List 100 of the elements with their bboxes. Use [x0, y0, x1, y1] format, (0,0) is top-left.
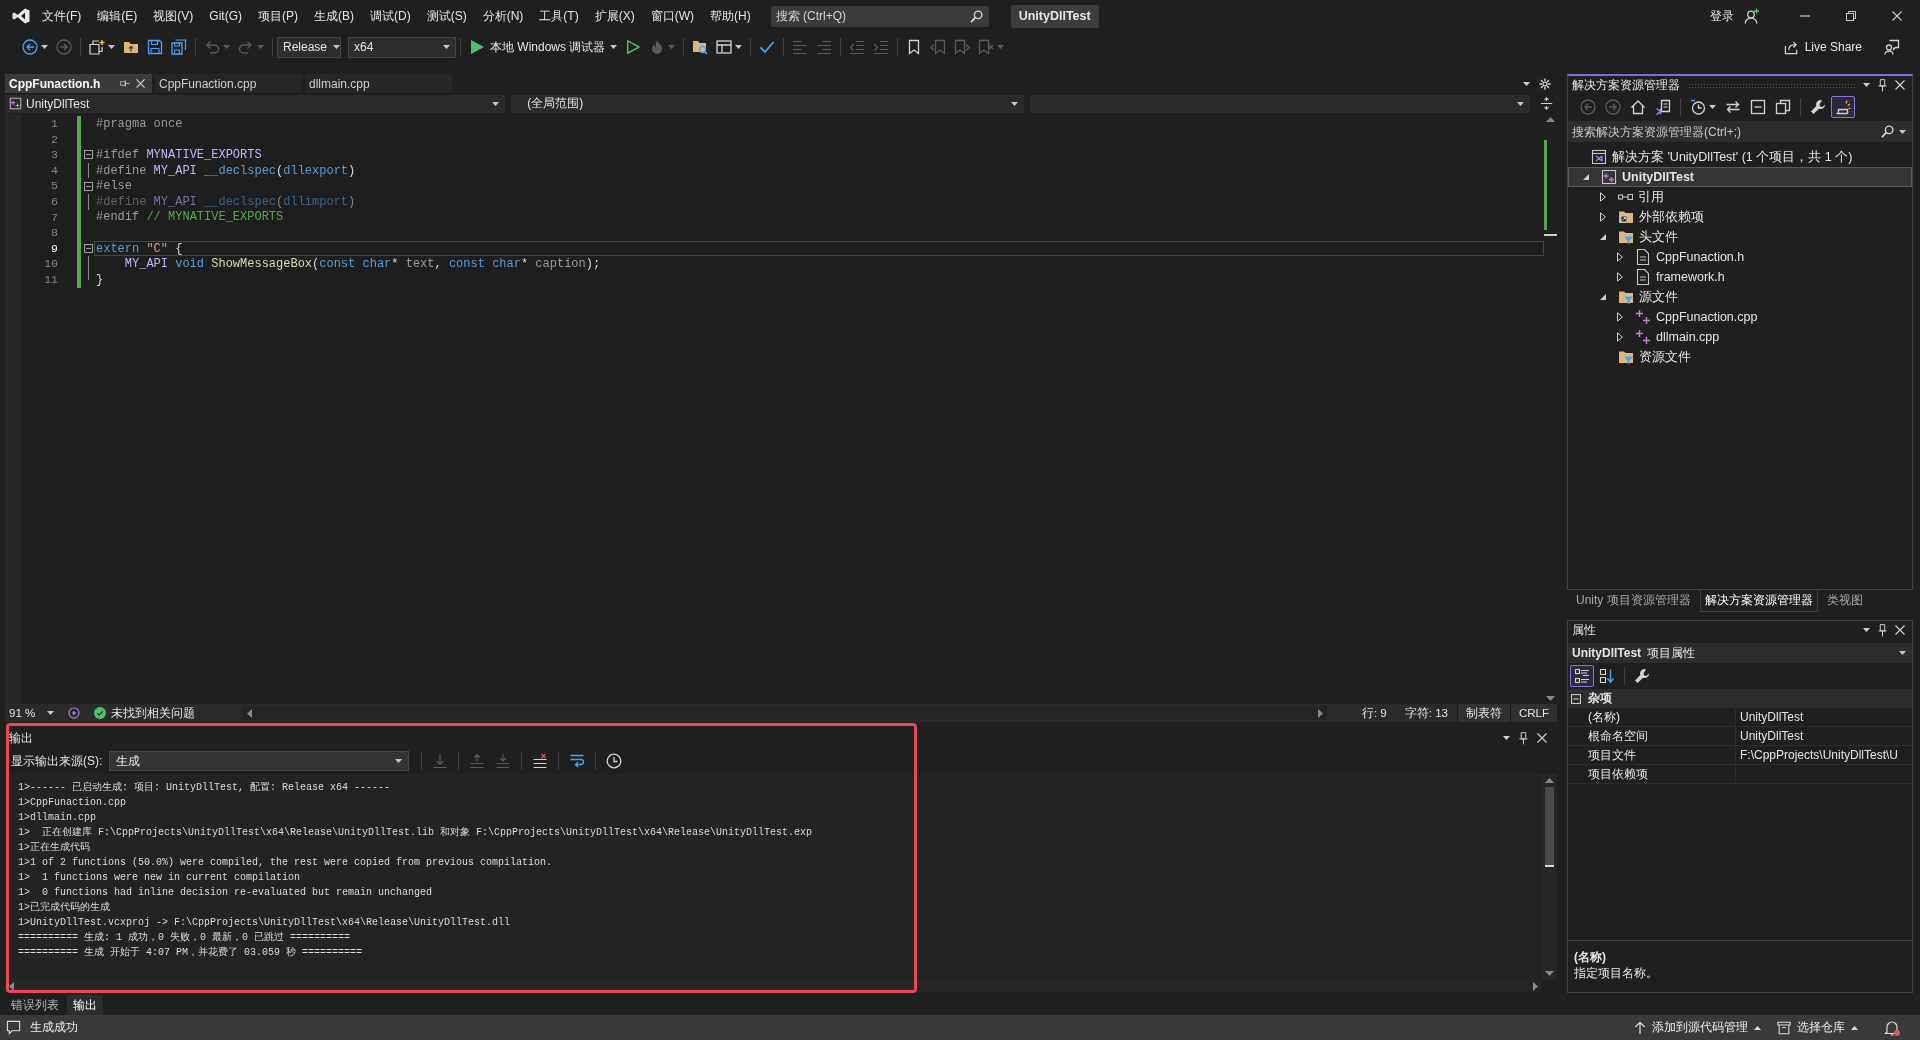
zoom-dropdown[interactable]: 91 % — [5, 704, 61, 722]
scroll-down-icon[interactable] — [1546, 696, 1555, 701]
speech-bubble-icon[interactable] — [6, 1020, 21, 1035]
column-indicator[interactable]: 字符: 13 — [1395, 704, 1457, 722]
close-icon[interactable] — [1895, 625, 1905, 635]
configuration-dropdown[interactable]: Release — [277, 36, 341, 58]
scroll-left-icon[interactable] — [9, 981, 14, 991]
sign-in-link[interactable]: 登录 — [1710, 7, 1734, 25]
source-control-button[interactable]: 添加到源代码管理 — [1626, 1015, 1769, 1040]
tree-item[interactable]: 外部依赖项 — [1568, 207, 1912, 227]
pin-icon[interactable] — [1878, 78, 1887, 92]
scroll-right-icon[interactable] — [1533, 981, 1538, 991]
scroll-down-icon[interactable] — [1545, 971, 1554, 976]
tree-item[interactable]: 源文件 — [1568, 287, 1912, 307]
preview-selected-button[interactable] — [1831, 96, 1855, 118]
tree-item[interactable]: 引用 — [1568, 187, 1912, 207]
scroll-up-icon[interactable] — [1546, 117, 1555, 122]
scroll-up-icon[interactable] — [1545, 778, 1554, 783]
property-name[interactable]: 根命名空间 — [1584, 727, 1736, 745]
split-arrows-icon[interactable] — [1540, 97, 1553, 110]
output-source-dropdown[interactable]: 生成 — [109, 751, 410, 771]
caret-icon[interactable] — [1863, 83, 1870, 87]
object-dropdown[interactable]: UnityDllTest 项目属性 — [1568, 643, 1912, 663]
person-plus-icon[interactable] — [1744, 8, 1760, 24]
person-bubble-icon[interactable] — [1884, 39, 1900, 55]
navigation-dropdown[interactable]: (全局范围) — [511, 94, 1024, 113]
caret-icon[interactable] — [1863, 628, 1870, 632]
horizontal-scrollbar[interactable] — [5, 980, 1542, 992]
menu-item[interactable]: 编辑(E) — [89, 5, 146, 27]
panel-tab[interactable]: Unity 项目资源管理器 — [1571, 590, 1696, 612]
categorized-button[interactable] — [1570, 665, 1594, 687]
search-field[interactable]: 搜索解决方案资源管理器(Ctrl+;) — [1568, 121, 1912, 142]
corner-triangle-icon[interactable] — [1583, 174, 1589, 180]
menu-item[interactable]: 文件(F) — [34, 5, 90, 27]
menu-item[interactable]: Git(G) — [201, 5, 250, 27]
panel-tab[interactable]: 类视图 — [1821, 590, 1868, 612]
tree-item[interactable]: CppFunaction.h — [1568, 247, 1912, 267]
tree-item[interactable]: UnityDllTest — [1568, 167, 1912, 187]
property-value[interactable]: F:\CppProjects\UnityDllTest\U — [1736, 746, 1912, 764]
gear-icon[interactable] — [1539, 77, 1551, 90]
close-icon[interactable] — [1537, 733, 1547, 743]
caret-icon[interactable] — [1523, 81, 1530, 86]
scroll-thumb[interactable] — [1545, 787, 1554, 867]
document-tab[interactable]: CppFunaction.cpp — [155, 74, 302, 93]
triangle-right-icon[interactable] — [1617, 252, 1623, 262]
triangle-right-icon[interactable] — [1617, 332, 1623, 342]
menu-item[interactable]: 分析(N) — [474, 5, 532, 27]
triangle-right-icon[interactable] — [1617, 312, 1623, 322]
pin-icon[interactable] — [1878, 623, 1887, 637]
scroll-right-icon[interactable] — [1318, 708, 1323, 718]
tree-item[interactable]: 头文件 — [1568, 227, 1912, 247]
tree-item[interactable]: 解决方案 'UnityDllTest' (1 个项目，共 1 个) — [1568, 147, 1912, 167]
property-name[interactable]: 项目文件 — [1584, 746, 1736, 764]
tree-item[interactable]: dllmain.cpp — [1568, 327, 1912, 347]
issues-indicator[interactable]: 未找到相关问题 — [94, 704, 204, 722]
menu-item[interactable]: 项目(P) — [250, 5, 306, 27]
corner-triangle-icon[interactable] — [1600, 234, 1606, 240]
pin-icon[interactable] — [1519, 731, 1528, 745]
collapse-box-icon[interactable] — [84, 181, 93, 191]
menu-item[interactable]: 工具(T) — [531, 5, 587, 27]
caret-icon[interactable] — [1503, 736, 1510, 740]
document-tab[interactable]: dllmain.cpp — [305, 74, 452, 93]
menu-item[interactable]: 生成(B) — [306, 5, 362, 27]
menu-item[interactable]: 帮助(H) — [702, 5, 759, 27]
property-name[interactable]: 项目依赖项 — [1584, 765, 1736, 783]
close-icon[interactable] — [1895, 80, 1905, 90]
scroll-left-icon[interactable] — [247, 708, 253, 718]
panel-tab[interactable]: 解决方案资源管理器 — [1699, 590, 1818, 612]
line-ending-indicator[interactable]: CRLF — [1509, 704, 1557, 722]
corner-triangle-icon[interactable] — [1600, 294, 1606, 300]
menu-item[interactable]: 视图(V) — [145, 5, 202, 27]
tree-item[interactable]: framework.h — [1568, 267, 1912, 287]
start-debugging-button[interactable]: 本地 Windows 调试器 — [465, 36, 622, 58]
horizontal-scrollbar[interactable] — [243, 706, 1327, 720]
panel-tab[interactable]: 错误列表 — [5, 995, 65, 1015]
panel-tab[interactable]: 输出 — [67, 995, 103, 1015]
tree-item[interactable]: CppFunaction.cpp — [1568, 307, 1912, 327]
indentation-indicator[interactable]: 制表符 — [1456, 704, 1510, 722]
menu-item[interactable]: 扩展(X) — [586, 5, 643, 27]
ring-icon[interactable] — [68, 707, 81, 719]
menu-item[interactable]: 窗口(W) — [642, 5, 702, 27]
property-name[interactable]: (名称) — [1584, 708, 1736, 726]
property-value[interactable]: UnityDllTest — [1736, 708, 1912, 726]
triangle-right-icon[interactable] — [1600, 192, 1606, 202]
line-indicator[interactable]: 行: 9 — [1353, 704, 1396, 722]
menu-item[interactable]: 调试(D) — [362, 5, 419, 27]
triangle-right-icon[interactable] — [1600, 212, 1606, 222]
collapse-box-icon[interactable] — [84, 244, 93, 254]
repository-button[interactable]: 选择仓库 — [1769, 1015, 1866, 1040]
triangle-right-icon[interactable] — [1617, 272, 1623, 282]
navigation-dropdown[interactable]: UnityDllTest — [5, 94, 506, 113]
bell-badge-icon[interactable] — [1884, 1019, 1900, 1036]
menu-item[interactable]: 测试(S) — [418, 5, 475, 27]
search-field[interactable]: 搜索 (Ctrl+Q) — [770, 5, 989, 27]
tree-item[interactable]: 资源文件 — [1568, 347, 1912, 367]
collapse-box-icon[interactable] — [84, 150, 93, 160]
platform-dropdown[interactable]: x64 — [348, 36, 456, 58]
live-share-button[interactable]: Live Share — [1783, 36, 1862, 58]
property-value[interactable]: UnityDllTest — [1736, 727, 1912, 745]
collapse-box-icon[interactable] — [1571, 693, 1581, 704]
